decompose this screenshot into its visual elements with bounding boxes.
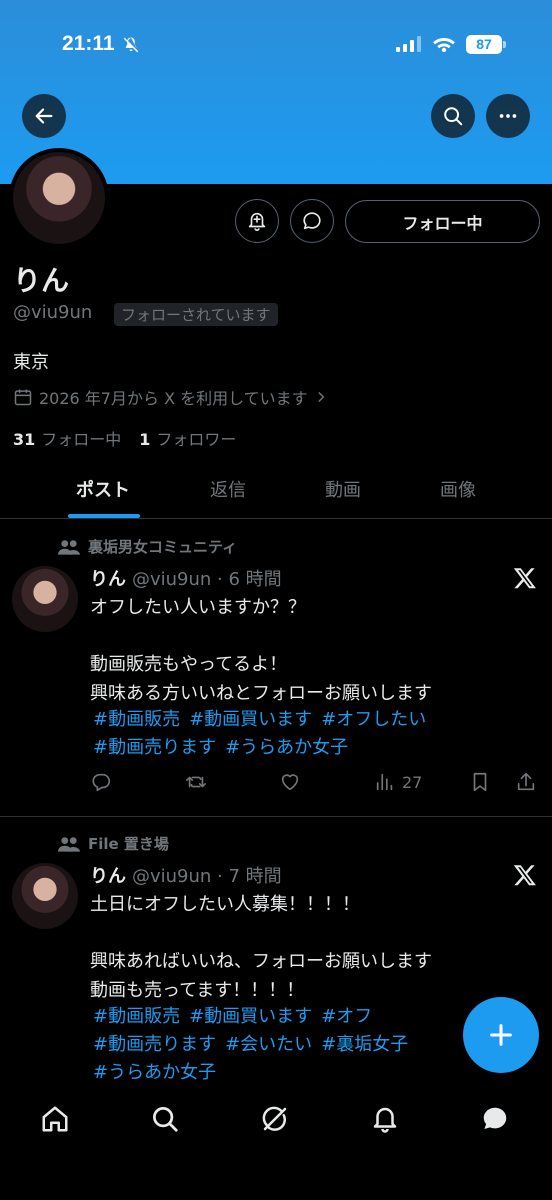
x-logo-icon (513, 568, 536, 589)
chat-bubble-icon (483, 1107, 507, 1129)
hashtag-link[interactable]: #オフ (321, 1006, 372, 1027)
battery-tip (503, 41, 506, 48)
follows-you-badge: フォローされています (114, 303, 278, 326)
cellular-signal-icon (396, 36, 421, 52)
reply-icon (92, 773, 111, 792)
hashtag-line: #動画売ります #会いたい #裏垢女子 (93, 1031, 417, 1060)
post-meta: @viu9un · 7 時間 (132, 866, 282, 887)
notify-button[interactable] (235, 199, 279, 243)
calendar-icon (14, 389, 32, 406)
hashtag-link[interactable]: #動画売ります (93, 1034, 216, 1055)
followers-count-link[interactable]: 1 フォロワー (139, 426, 236, 450)
nav-notifications[interactable] (369, 1103, 401, 1135)
people-icon (58, 539, 80, 555)
community-label[interactable]: 裏垢男女コミュニティ (58, 536, 237, 557)
share-button[interactable] (515, 771, 537, 793)
message-button[interactable] (290, 199, 334, 243)
view-count: 27 (402, 772, 423, 792)
bell-plus-icon (248, 212, 266, 231)
hashtag-link[interactable]: #動画売ります (93, 737, 216, 758)
post-text: オフしたい人いますか？？ 動画販売もやってるよ！ 興味ある方いいねとフォローお願… (90, 597, 432, 704)
following-button[interactable]: フォロー中 (345, 200, 540, 243)
tab-replies[interactable]: 返信 (210, 476, 246, 502)
reply-button[interactable] (90, 771, 112, 793)
heart-icon (281, 774, 299, 791)
post-actions: 27 (0, 771, 552, 801)
hashtag-link[interactable]: #動画販売 (93, 709, 180, 730)
post-author-name[interactable]: りん (90, 565, 126, 591)
hashtag-link[interactable]: #動画買います (189, 709, 312, 730)
like-button[interactable] (279, 771, 301, 793)
joined-text: 2026 年7月から X を利用しています (39, 389, 308, 408)
nav-messages[interactable] (479, 1103, 511, 1135)
post-author-name[interactable]: りん (90, 862, 126, 888)
post-avatar[interactable] (12, 566, 78, 632)
back-button[interactable] (22, 94, 66, 138)
hashtag-link[interactable]: #会いたい (225, 1034, 312, 1055)
active-tab-indicator (68, 514, 140, 518)
arrow-left-icon (35, 108, 53, 124)
bell-slash-icon (123, 37, 139, 53)
hashtag-link[interactable]: #動画販売 (93, 1006, 180, 1027)
post[interactable]: 裏垢男女コミュニティ りん @viu9un · 6 時間 オフしたい人いますか？… (0, 520, 552, 816)
post-text: 土日にオフしたい人募集！！！！ 興味あればいいね、フォローお願いします 動画も売… (90, 894, 432, 1001)
search-button[interactable] (431, 94, 475, 138)
x-logo-icon (513, 865, 536, 886)
hashtag-line: #動画販売 #動画買います #オフしたい (93, 706, 435, 735)
chevron-right-icon (318, 392, 325, 402)
grok-icon (262, 1106, 287, 1131)
hashtag-line: #動画売ります #うらあか女子 (93, 734, 357, 763)
hashtag-line: #うらあか女子 (93, 1059, 225, 1088)
community-label[interactable]: File 置き場 (58, 833, 169, 854)
views-button[interactable]: 27 (374, 771, 422, 793)
hashtag-link[interactable]: #うらあか女子 (93, 1062, 216, 1083)
battery-indicator: 87 (466, 35, 502, 54)
status-time: 21:11 (62, 32, 115, 55)
wifi-icon (433, 38, 455, 52)
bookmark-icon (473, 772, 487, 792)
profile-handle: @viu9un (13, 302, 93, 323)
nav-home[interactable] (39, 1103, 71, 1135)
hashtag-link[interactable]: #うらあか女子 (225, 737, 348, 758)
profile-location: 東京 (13, 352, 49, 373)
repost-icon (186, 776, 206, 788)
profile-name: りん (13, 264, 70, 297)
compose-button[interactable] (463, 997, 539, 1073)
follow-counts: 31 フォロー中 1 フォロワー (13, 426, 236, 450)
profile-avatar[interactable] (9, 148, 109, 248)
nav-grok[interactable] (259, 1103, 291, 1135)
post-header: りん @viu9un · 7 時間 (90, 862, 282, 888)
joined-date[interactable]: 2026 年7月から X を利用しています (13, 385, 334, 409)
people-icon (58, 836, 80, 852)
hashtag-link[interactable]: #オフしたい (321, 709, 426, 730)
post-meta: @viu9un · 6 時間 (132, 569, 282, 590)
tab-posts[interactable]: ポスト (76, 476, 130, 502)
more-button[interactable] (486, 94, 530, 138)
chat-bubble-icon (303, 212, 321, 230)
bottom-nav (0, 1085, 552, 1200)
bookmark-button[interactable] (469, 771, 491, 793)
profile-tabs: ポスト 返信 動画 画像 (0, 462, 552, 519)
home-icon (42, 1106, 68, 1132)
following-count-link[interactable]: 31 フォロー中 (13, 426, 121, 450)
search-icon (444, 107, 463, 126)
bell-icon (373, 1107, 397, 1133)
hashtag-link[interactable]: #裏垢女子 (321, 1034, 408, 1055)
post-avatar[interactable] (12, 863, 78, 929)
tab-images[interactable]: 画像 (440, 476, 476, 502)
nav-search[interactable] (149, 1103, 181, 1135)
repost-button[interactable] (185, 771, 207, 793)
bar-chart-icon (376, 773, 393, 791)
hashtag-line: #動画販売 #動画買います #オフ (93, 1003, 381, 1032)
plus-icon (490, 1024, 512, 1046)
more-horizontal-icon (499, 114, 517, 118)
search-icon (153, 1107, 178, 1132)
status-bar: 21:11 87 (0, 0, 552, 84)
share-icon (517, 772, 535, 791)
hashtag-link[interactable]: #動画買います (189, 1006, 312, 1027)
tab-videos[interactable]: 動画 (325, 476, 361, 502)
post-header: りん @viu9un · 6 時間 (90, 565, 282, 591)
